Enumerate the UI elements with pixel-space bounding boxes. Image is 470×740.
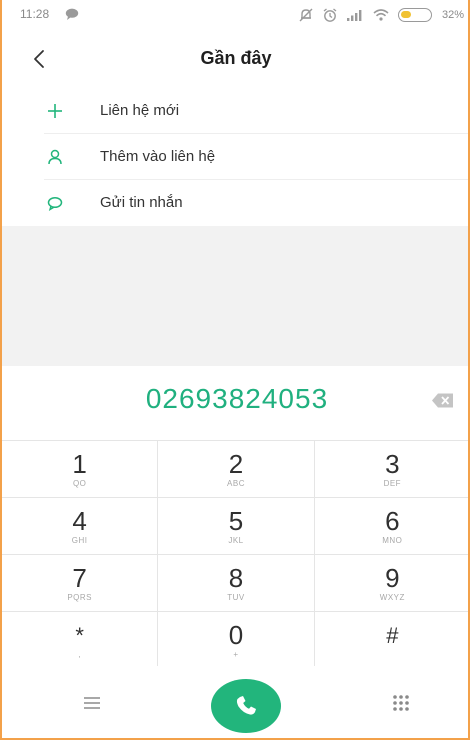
key-letters: ABC xyxy=(227,479,245,488)
key-digit: 5 xyxy=(228,506,244,536)
backspace-icon xyxy=(432,393,453,408)
key-8[interactable]: 8 TUV xyxy=(158,555,315,611)
action-label: Liên hệ mới xyxy=(100,102,180,119)
keypad-row: 4 GHI 5 JKL 6 MNO xyxy=(2,498,468,555)
key-letters: , xyxy=(78,650,82,659)
key-5[interactable]: 5 JKL xyxy=(158,498,315,554)
key-letters: MNO xyxy=(382,536,403,545)
battery-percent: 32% xyxy=(441,9,464,21)
status-bar: 11:28 32% xyxy=(2,0,468,30)
key-2[interactable]: 2 ABC xyxy=(158,441,315,497)
key-digit: 9 xyxy=(385,563,400,593)
person-icon xyxy=(48,149,62,165)
dialpad-toggle-button[interactable] xyxy=(392,694,410,712)
key-digit: 3 xyxy=(385,449,400,479)
key-digit: 6 xyxy=(385,506,400,536)
action-send-message[interactable]: Gửi tin nhắn xyxy=(2,180,468,226)
key-digit: * xyxy=(75,623,84,648)
keypad-row: 1 QO 2 ABC 3 DEF xyxy=(2,441,468,498)
key-digit: 4 xyxy=(72,506,87,536)
key-6[interactable]: 6 MNO xyxy=(314,498,468,554)
key-digit: 7 xyxy=(72,563,87,593)
key-letters: GHI xyxy=(71,536,88,545)
message-bubble-icon xyxy=(47,196,63,211)
key-4[interactable]: 4 GHI xyxy=(2,498,159,554)
key-0[interactable]: 0 + xyxy=(158,612,315,668)
action-new-contact[interactable]: Liên hệ mới xyxy=(2,88,468,134)
header-bar: Gần đây xyxy=(2,30,468,89)
key-9[interactable]: 9 WXYZ xyxy=(314,555,468,611)
phone-icon xyxy=(236,696,256,715)
recents-empty-area xyxy=(2,226,468,366)
keypad-row: * , 0 + # xyxy=(2,612,468,669)
keypad-row: 7 PQRS 8 TUV 9 WXYZ xyxy=(2,555,468,612)
message-icon xyxy=(65,8,79,20)
wifi-icon xyxy=(373,9,389,21)
action-label: Thêm vào liên hệ xyxy=(100,148,216,165)
dialpad-icon xyxy=(393,695,409,711)
call-button[interactable] xyxy=(211,679,281,733)
number-display: 02693824053 xyxy=(2,366,468,440)
backspace-button[interactable] xyxy=(431,392,455,409)
status-icons: 32% xyxy=(298,5,464,25)
key-letters: JKL xyxy=(228,536,244,545)
page-title: Gần đây xyxy=(200,48,272,68)
key-letters: PQRS xyxy=(67,593,92,602)
dialed-number: 02693824053 xyxy=(145,383,329,414)
key-letters: WXYZ xyxy=(379,593,405,602)
key-digit: # xyxy=(386,623,399,648)
key-star[interactable]: * , xyxy=(2,612,159,668)
plus-icon xyxy=(48,104,62,118)
key-letters: TUV xyxy=(227,593,245,602)
battery-icon xyxy=(397,8,432,22)
menu-icon xyxy=(84,697,100,709)
key-digit: 8 xyxy=(228,563,244,593)
menu-button[interactable] xyxy=(82,695,102,711)
key-digit: 2 xyxy=(228,449,244,479)
alarm-icon xyxy=(323,8,337,22)
bottom-bar xyxy=(2,666,468,738)
action-list: Liên hệ mới Thêm vào liên hệ Gửi tin nhắ… xyxy=(2,88,468,226)
key-hash[interactable]: # xyxy=(314,612,468,668)
status-time: 11:28 xyxy=(20,7,50,21)
key-1[interactable]: 1 QO xyxy=(2,441,159,497)
action-label: Gửi tin nhắn xyxy=(100,194,183,211)
action-add-to-contact[interactable]: Thêm vào liên hệ xyxy=(2,134,468,180)
key-letters: + xyxy=(233,650,239,659)
key-letters: DEF xyxy=(383,479,402,488)
signal-icon xyxy=(346,10,362,21)
key-3[interactable]: 3 DEF xyxy=(314,441,468,497)
key-7[interactable]: 7 PQRS xyxy=(2,555,159,611)
key-digit: 1 xyxy=(72,449,87,479)
dial-keypad: 1 QO 2 ABC 3 DEF 4 GHI 5 JKL 6 MNO 7 PQR… xyxy=(2,440,468,669)
battery-level xyxy=(400,11,411,18)
mute-icon xyxy=(299,8,313,22)
voicemail-icon: QO xyxy=(72,479,87,488)
key-digit: 0 xyxy=(228,620,244,650)
phone-screen: 11:28 32% Gần đây Liên hệ mới Thêm vào l… xyxy=(0,0,470,740)
